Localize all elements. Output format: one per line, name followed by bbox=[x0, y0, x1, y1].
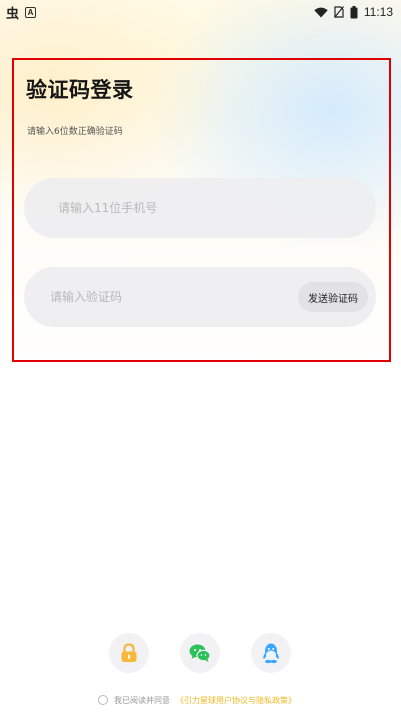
no-sim-icon bbox=[333, 6, 344, 18]
verification-code-input[interactable] bbox=[50, 290, 250, 304]
send-code-button[interactable]: 发送验证码 bbox=[298, 282, 368, 312]
agreement-link[interactable]: 《引力星球用户协议与隐私政策》 bbox=[176, 695, 296, 706]
wechat-icon bbox=[189, 644, 211, 662]
social-login-row bbox=[0, 633, 401, 673]
app-glyph-icon: 虫 bbox=[6, 5, 20, 21]
phone-input[interactable] bbox=[58, 201, 258, 215]
status-time: 11:13 bbox=[363, 5, 393, 19]
notification-a-icon: A bbox=[25, 6, 37, 18]
page-subtitle: 请输入6位数正确验证码 bbox=[27, 127, 123, 137]
page-title: 验证码登录 bbox=[26, 78, 134, 102]
status-right: 11:13 bbox=[314, 5, 393, 19]
lock-icon bbox=[121, 643, 137, 662]
agreement-prefix: 我已阅读并同意 bbox=[114, 695, 170, 705]
agreement-row: 我已阅读并同意 《引力星球用户协议与隐私政策》 bbox=[98, 693, 296, 707]
status-bar: 虫 A 11:13 bbox=[0, 0, 401, 24]
qq-icon bbox=[263, 643, 279, 664]
battery-icon bbox=[350, 5, 358, 18]
password-login-button[interactable] bbox=[109, 633, 149, 673]
agreement-checkbox[interactable] bbox=[98, 695, 108, 705]
code-field-container: 发送验证码 bbox=[24, 267, 376, 327]
phone-field-container bbox=[24, 178, 376, 238]
wechat-login-button[interactable] bbox=[180, 633, 220, 673]
qq-login-button[interactable] bbox=[251, 633, 291, 673]
wifi-icon bbox=[314, 7, 328, 17]
status-left: 虫 A bbox=[6, 3, 37, 22]
